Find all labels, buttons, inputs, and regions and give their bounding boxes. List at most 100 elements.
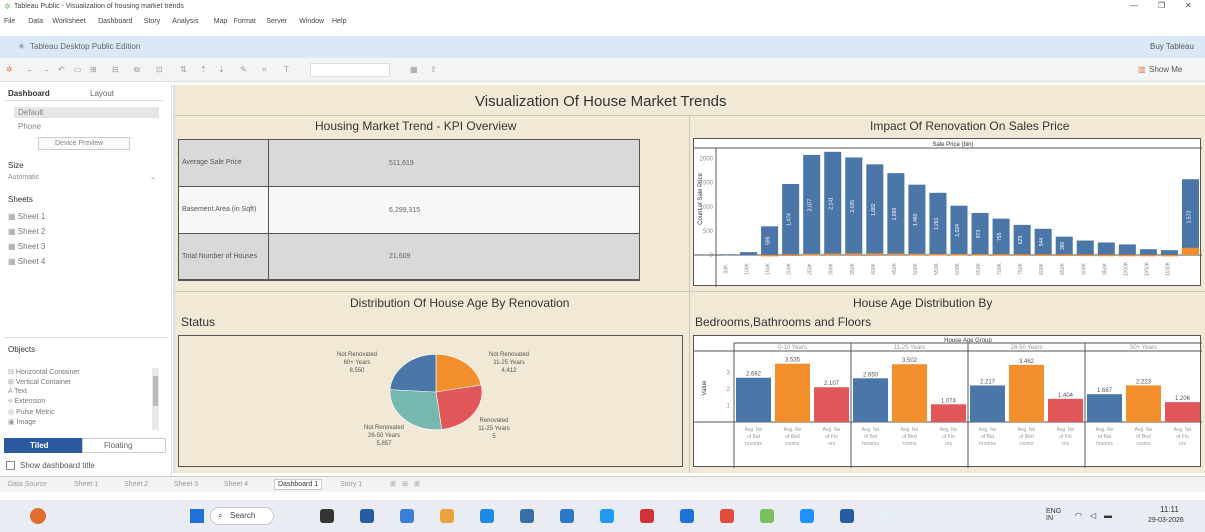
sheet-item[interactable]: ▦ Sheet 3	[8, 242, 158, 256]
new-story-tab-icon[interactable]: ⊞	[414, 481, 420, 488]
clock-date[interactable]: 29-03-2026	[1148, 517, 1184, 524]
menu-file[interactable]: File	[4, 18, 15, 25]
bar-data-label: 1.404	[1058, 393, 1074, 399]
sheet-tab[interactable]: Sheet 1	[74, 481, 98, 488]
x-tick-label: rooms	[1137, 441, 1151, 447]
device-default[interactable]: Default	[18, 109, 43, 117]
pie-slice-label: 8,550	[349, 368, 365, 374]
back-icon[interactable]: ←	[26, 66, 34, 74]
menu-analysis[interactable]: Analysis	[172, 18, 198, 25]
menu-map[interactable]: Map	[214, 18, 228, 25]
user-icon[interactable]	[320, 509, 334, 523]
menu-server[interactable]: Server	[266, 18, 287, 25]
labels-icon[interactable]: T	[284, 66, 289, 74]
sheet-tab[interactable]: Sheet 3	[174, 481, 198, 488]
forward-icon[interactable]: →	[42, 66, 50, 74]
object-item[interactable]: ▣ Image	[8, 418, 148, 428]
objects-scrollbar[interactable]	[152, 368, 159, 430]
y-tick-label: 500	[703, 229, 714, 235]
sheet-tab[interactable]: Data Source	[8, 481, 47, 488]
weather-icon[interactable]	[30, 508, 46, 524]
swap-icon[interactable]: ⇅	[180, 66, 187, 74]
y-tick-label: 1000	[700, 205, 714, 211]
task-view-icon[interactable]	[360, 509, 374, 523]
highlight-icon[interactable]: ✎	[240, 66, 247, 74]
sheet-tab[interactable]: Dashboard 1	[274, 479, 323, 490]
group-icon[interactable]: ⌗	[262, 66, 267, 74]
object-item[interactable]: ◎ Pulse Metric	[8, 408, 148, 418]
windows-start-icon[interactable]	[190, 509, 204, 523]
share-icon[interactable]: ⇪	[430, 66, 437, 74]
copilot-icon[interactable]	[600, 509, 614, 523]
volume-icon[interactable]: ◁	[1090, 512, 1096, 520]
x-tick-label: of Bed	[1136, 434, 1151, 440]
settings-icon[interactable]	[800, 509, 814, 523]
age-bar	[1009, 364, 1044, 422]
size-value[interactable]: Automatic	[8, 174, 39, 181]
battery-icon[interactable]: ▬	[1104, 512, 1112, 520]
new-dashboard-tab-icon[interactable]: ⊞	[402, 481, 408, 488]
tab-layout[interactable]: Layout	[90, 90, 114, 98]
close-icon[interactable]: ✕	[1185, 2, 1192, 10]
clock-time[interactable]: 11:11	[1160, 506, 1179, 514]
save-icon[interactable]: ▭	[74, 66, 82, 74]
new-datasource-icon[interactable]: ⊞	[90, 66, 97, 74]
menu-dashboard[interactable]: Dashboard	[98, 18, 132, 25]
tableau-app-icon[interactable]	[760, 509, 774, 523]
sheet-tab[interactable]: Sheet 4	[224, 481, 248, 488]
presentation-icon[interactable]: ▦	[410, 66, 418, 74]
buy-tableau-link[interactable]: Buy Tableau	[1150, 43, 1194, 51]
language-indicator[interactable]: ENG IN	[1046, 508, 1066, 522]
sheet-tab[interactable]: Sheet 2	[124, 481, 148, 488]
object-item[interactable]: ⊟ Horizontal Container	[8, 368, 148, 378]
sort-asc-icon[interactable]: ⇡	[200, 66, 207, 74]
object-item[interactable]: A Text	[8, 388, 148, 398]
show-title-checkbox[interactable]	[6, 461, 15, 470]
store-icon[interactable]	[560, 509, 574, 523]
object-item[interactable]: ⟡ Extension	[8, 398, 148, 408]
chevron-down-icon[interactable]: ⌄	[150, 174, 156, 181]
clear-icon[interactable]: ⊡	[156, 66, 163, 74]
mail-icon[interactable]	[720, 509, 734, 523]
sheet-item[interactable]: ▦ Sheet 1	[8, 212, 158, 226]
minimize-icon[interactable]: —	[1130, 2, 1138, 10]
new-worksheet-icon[interactable]: ⊟	[112, 66, 119, 74]
undo-icon[interactable]: ↶	[58, 66, 65, 74]
chrome-icon[interactable]	[520, 509, 534, 523]
x-tick-label: 450K	[892, 263, 898, 275]
menu-help[interactable]: Help	[332, 18, 346, 25]
menu-story[interactable]: Story	[144, 18, 160, 25]
folder-icon[interactable]	[440, 509, 454, 523]
menu-window[interactable]: Window	[299, 18, 324, 25]
new-worksheet-tab-icon[interactable]: ⊞	[390, 481, 396, 488]
teams-icon[interactable]	[840, 509, 854, 523]
object-item[interactable]: ⊞ Vertical Container	[8, 378, 148, 388]
sheet-tab[interactable]: Story 1	[340, 481, 362, 488]
device-phone[interactable]: Phone	[18, 123, 41, 131]
menu-worksheet[interactable]: Worksheet	[52, 18, 85, 25]
x-tick-label: 700K	[997, 263, 1003, 275]
office-icon[interactable]	[640, 509, 654, 523]
x-tick-label: ors	[945, 441, 952, 447]
edge-icon[interactable]	[480, 509, 494, 523]
kpi-title: Housing Market Trend - KPI Overview	[315, 119, 517, 133]
menu-data[interactable]: Data	[28, 18, 43, 25]
tableau-home-icon[interactable]: ✲	[6, 66, 13, 74]
sheet-item[interactable]: ▦ Sheet 2	[8, 227, 158, 241]
age-bar	[1048, 398, 1083, 422]
show-me-icon[interactable]: ▥	[1138, 66, 1146, 74]
restore-icon[interactable]: ❐	[1158, 2, 1165, 10]
duplicate-icon[interactable]: ⧉	[134, 66, 140, 74]
tab-dashboard[interactable]: Dashboard	[8, 90, 50, 98]
file-explorer-icon[interactable]	[400, 509, 414, 523]
kpi-row: Average Sale Price 511,619	[179, 140, 639, 187]
menu-format[interactable]: Format	[234, 18, 256, 25]
fit-select[interactable]	[310, 63, 390, 77]
sheet-item[interactable]: ▦ Sheet 4	[8, 257, 158, 271]
photos-icon[interactable]	[680, 509, 694, 523]
title-bar: ✲ Tableau Public - Visualization of hous…	[0, 0, 1205, 14]
calculator-icon[interactable]	[880, 509, 894, 523]
wifi-icon[interactable]: ◠	[1075, 512, 1082, 520]
show-me-button[interactable]: Show Me	[1149, 66, 1182, 74]
sort-desc-icon[interactable]: ⇣	[218, 66, 225, 74]
